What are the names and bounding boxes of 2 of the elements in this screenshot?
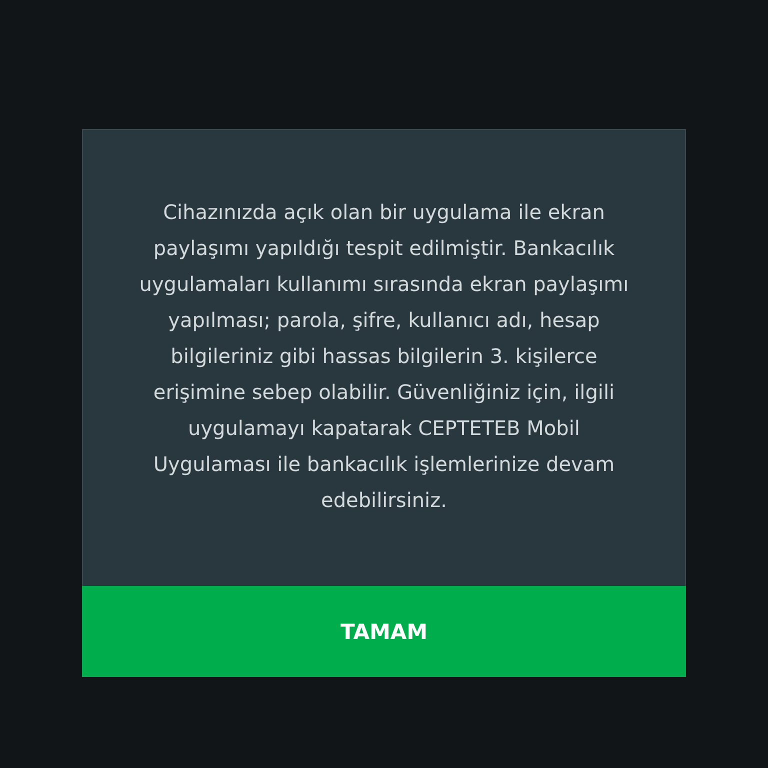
dialog-message: Cihazınızda açık olan bir uygulama ile ekran paylaşımı yapıldığı tespit edilmiştir. Bankacılık uygulamaları kullanımı sırasında ekran paylaşımı yapılması; parola, şifre, kullanıcı adı, hesap bilgileriniz gibi hassas bilgilerin 3. kişilerce erişimine sebep olabilir. Güvenliğiniz için, ilgili uygulamayı kapatarak CEPTETEB Mobil Uygulaması ile bankacılık işlemlerinize devam edebilirsiniz. <box>138 199 630 514</box>
ok-button[interactable]: TAMAM <box>82 586 686 677</box>
